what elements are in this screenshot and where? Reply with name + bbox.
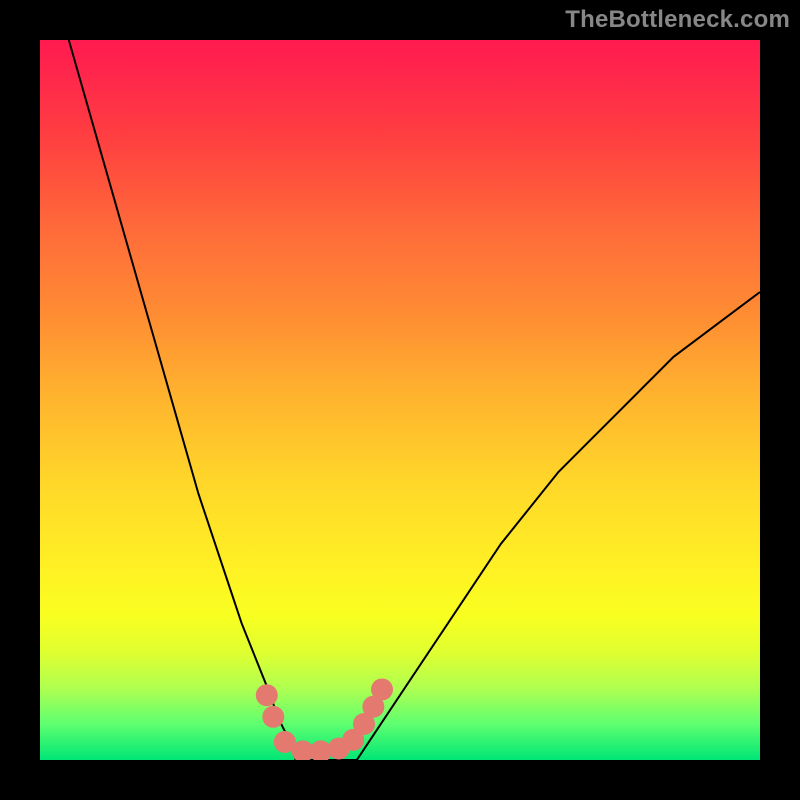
marker-point	[262, 706, 284, 728]
curve-right-branch	[357, 292, 760, 760]
marker-point	[371, 678, 393, 700]
chart-svg	[40, 40, 760, 760]
curve-left-branch	[69, 40, 296, 760]
plot-area	[40, 40, 760, 760]
marker-point	[256, 684, 278, 706]
chart-frame: TheBottleneck.com	[0, 0, 800, 800]
attribution-watermark: TheBottleneck.com	[565, 6, 790, 34]
